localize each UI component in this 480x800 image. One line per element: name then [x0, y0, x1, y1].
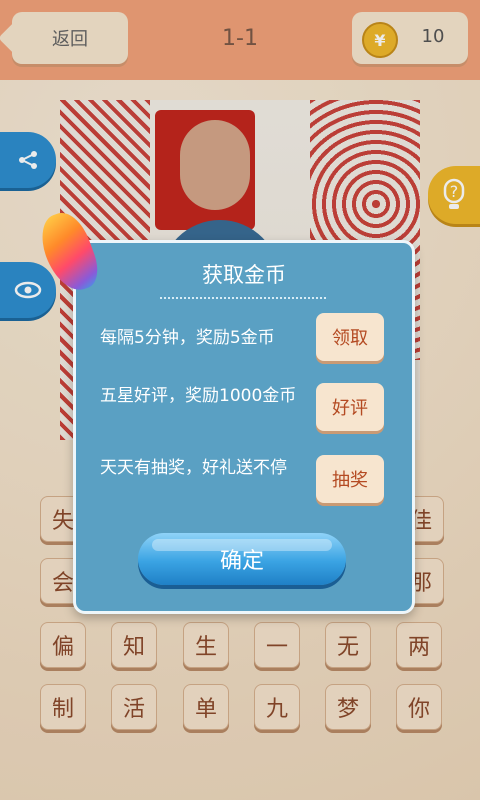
reward-description: 每隔5分钟，奖励5金币: [100, 328, 275, 348]
claim-button[interactable]: 领取: [316, 313, 384, 361]
lottery-description: 天天有抽奖，好礼送不停: [100, 458, 287, 478]
confirm-button-label: 确定: [219, 549, 264, 574]
lottery-button[interactable]: 抽奖: [316, 455, 384, 503]
dialog-title: 获取金币: [202, 263, 286, 287]
review-description: 五星好评，奖励1000金币: [100, 386, 297, 406]
dialog-divider: [160, 297, 326, 299]
confirm-button[interactable]: 确定: [138, 533, 346, 585]
get-coins-dialog: 获取金币 每隔5分钟，奖励5金币 领取 五星好评，奖励1000金币 好评 天天有…: [73, 240, 415, 614]
review-button[interactable]: 好评: [316, 383, 384, 431]
